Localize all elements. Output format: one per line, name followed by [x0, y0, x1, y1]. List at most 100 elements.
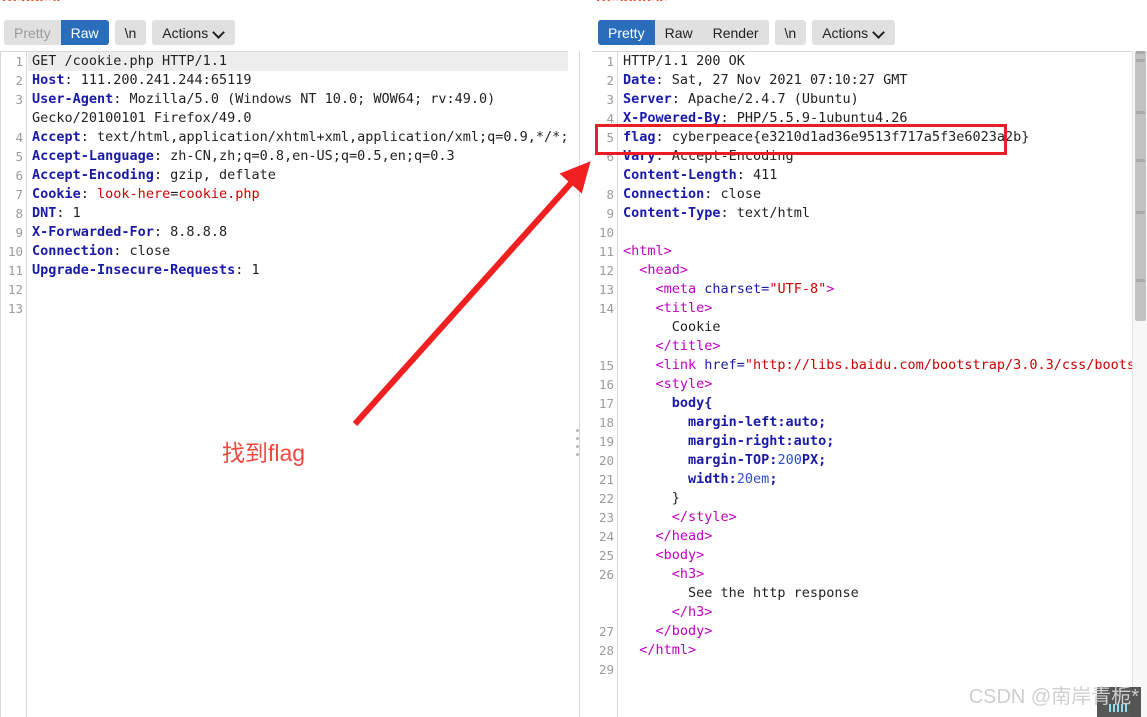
code-line[interactable]: width:20em;: [619, 470, 1147, 489]
code-line[interactable]: [28, 280, 568, 299]
request-code-lines[interactable]: GET /cookie.php HTTP/1.1 Host: 111.200.24…: [28, 52, 568, 717]
line-number: 25: [598, 548, 614, 563]
code-token: Host: [32, 72, 65, 88]
code-line[interactable]: <link href="http://libs.baidu.com/bootst…: [619, 356, 1147, 375]
code-line[interactable]: X-Powered-By: PHP/5.5.9-1ubuntu4.26: [619, 109, 1147, 128]
request-newline-button[interactable]: \n: [114, 20, 147, 45]
response-actions-button[interactable]: Actions: [812, 20, 896, 45]
response-tab-raw[interactable]: Raw: [654, 20, 703, 45]
code-line[interactable]: Accept: text/html,application/xhtml+xml,…: [28, 128, 568, 147]
line-number: [590, 337, 614, 356]
code-line[interactable]: <head>: [619, 261, 1147, 280]
request-actions-button[interactable]: Actions: [152, 20, 236, 45]
code-line[interactable]: Upgrade-Insecure-Requests: 1: [28, 261, 568, 280]
code-line[interactable]: DNT: 1: [28, 204, 568, 223]
code-line[interactable]: Vary: Accept-Encoding: [619, 147, 1147, 166]
response-code-area[interactable]: 1 2 3 4 5 6 8 9 10 11 12 13 14 15 16 17 18 19 20 21 22 23 24 25…: [592, 51, 1147, 717]
request-code-area[interactable]: 1 2 3 4 5 6 7 8 9 10 11 12 13 GET /cookie.php HTTP/1…: [0, 51, 568, 717]
code-token: "http://libs.baidu.com/bootstrap/3.0.3/c…: [744, 357, 1147, 373]
request-actions-label: Actions: [162, 24, 209, 41]
code-line[interactable]: margin-TOP:200PX;: [619, 451, 1147, 470]
response-panel: Response Pretty Raw Render \n Actions 12…: [592, 0, 1147, 717]
code-line[interactable]: GET /cookie.php HTTP/1.1: [28, 52, 568, 71]
response-newline-group[interactable]: \n: [774, 20, 807, 45]
code-token: DNT: [32, 205, 57, 221]
burp-suite-window: Request Pretty Raw \n Actions 1234567891…: [0, 0, 1147, 717]
code-line[interactable]: Connection: close: [619, 185, 1147, 204]
code-token: : 1: [56, 205, 81, 221]
code-token: </style>: [623, 509, 737, 525]
code-line[interactable]: Cookie: look-here=cookie.php: [28, 185, 568, 204]
request-newline-group[interactable]: \n: [114, 20, 147, 45]
annotation-label: 找到flag: [222, 440, 306, 466]
code-token: : 1: [235, 262, 260, 278]
code-token: HTTP/1.1 200 OK: [623, 53, 745, 69]
code-line[interactable]: <title>: [619, 299, 1147, 318]
response-view-mode-group[interactable]: Pretty Raw Render: [598, 20, 769, 45]
code-line[interactable]: Accept-Encoding: gzip, deflate: [28, 166, 568, 185]
divider-rail: [579, 51, 580, 717]
code-token: ;: [769, 471, 778, 487]
response-newline-button[interactable]: \n: [774, 20, 807, 45]
code-line[interactable]: [619, 223, 1147, 242]
code-token: href=: [704, 357, 745, 373]
code-line[interactable]: X-Forwarded-For: 8.8.8.8: [28, 223, 568, 242]
code-line[interactable]: </h3>: [619, 603, 1147, 622]
divider-drag-handle[interactable]: [576, 429, 581, 457]
code-line[interactable]: [619, 660, 1147, 679]
panel-divider[interactable]: [568, 51, 592, 717]
code-token: GET /cookie.php HTTP/1.1: [32, 53, 228, 69]
code-line[interactable]: HTTP/1.1 200 OK: [619, 52, 1147, 71]
line-number: [0, 109, 23, 128]
code-token: </body>: [623, 623, 713, 639]
line-number: 4: [15, 130, 23, 145]
code-line[interactable]: Content-Length: 411: [619, 166, 1147, 185]
code-token: : Mozilla/5.0 (Windows NT 10.0; WOW64; r…: [113, 91, 496, 107]
code-line[interactable]: <h3>: [619, 565, 1147, 584]
code-line[interactable]: Connection: close: [28, 242, 568, 261]
code-token: <link: [623, 357, 705, 373]
request-line-number-gutter: 1 2 3 4 5 6 7 8 9 10 11 12 13: [1, 52, 27, 717]
response-tab-pretty[interactable]: Pretty: [598, 20, 655, 45]
code-line[interactable]: <style>: [619, 375, 1147, 394]
response-code-lines[interactable]: HTTP/1.1 200 OK Date: Sat, 27 Nov 2021 07…: [619, 52, 1147, 717]
code-line[interactable]: margin-right:auto;: [619, 432, 1147, 451]
code-line[interactable]: Accept-Language: zh-CN,zh;q=0.8,en-US;q=…: [28, 147, 568, 166]
code-line[interactable]: </head>: [619, 527, 1147, 546]
code-line[interactable]: User-Agent: Mozilla/5.0 (Windows NT 10.0…: [28, 90, 568, 109]
code-token: }: [623, 490, 680, 506]
code-line[interactable]: body{: [619, 394, 1147, 413]
line-number: 27: [598, 624, 614, 639]
request-tab-pretty[interactable]: Pretty: [4, 20, 61, 45]
code-line[interactable]: Server: Apache/2.4.7 (Ubuntu): [619, 90, 1147, 109]
response-toolbar: Pretty Raw Render \n Actions: [598, 20, 896, 45]
code-line[interactable]: Date: Sat, 27 Nov 2021 07:10:27 GMT: [619, 71, 1147, 90]
code-line[interactable]: Host: 111.200.241.244:65119: [28, 71, 568, 90]
code-line[interactable]: Gecko/20100101 Firefox/49.0: [28, 109, 568, 128]
line-number: 20: [598, 453, 614, 468]
scrollbar-tick: [1136, 211, 1145, 214]
response-vertical-scrollbar[interactable]: [1132, 51, 1147, 717]
code-line[interactable]: <html>: [619, 242, 1147, 261]
code-line[interactable]: Cookie: [619, 318, 1147, 337]
request-panel: Request Pretty Raw \n Actions 1234567891…: [0, 0, 568, 717]
line-number: 10: [598, 225, 614, 240]
code-line[interactable]: <meta charset="UTF-8">: [619, 280, 1147, 299]
code-line[interactable]: [28, 299, 568, 318]
request-view-mode-group[interactable]: Pretty Raw: [4, 20, 109, 45]
code-line[interactable]: flag: cyberpeace{e3210d1ad36e9513f717a5f…: [619, 128, 1147, 147]
code-line[interactable]: See the http response: [619, 584, 1147, 603]
code-line[interactable]: </html>: [619, 641, 1147, 660]
code-line[interactable]: </title>: [619, 337, 1147, 356]
code-line[interactable]: <body>: [619, 546, 1147, 565]
code-token: Server: [623, 91, 672, 107]
code-token: >: [826, 281, 835, 297]
code-line[interactable]: Content-Type: text/html: [619, 204, 1147, 223]
line-number: 2: [606, 73, 614, 88]
response-tab-render[interactable]: Render: [702, 20, 769, 45]
request-tab-raw[interactable]: Raw: [60, 20, 109, 45]
code-line[interactable]: margin-left:auto;: [619, 413, 1147, 432]
code-line[interactable]: }: [619, 489, 1147, 508]
code-line[interactable]: </style>: [619, 508, 1147, 527]
code-line[interactable]: </body>: [619, 622, 1147, 641]
